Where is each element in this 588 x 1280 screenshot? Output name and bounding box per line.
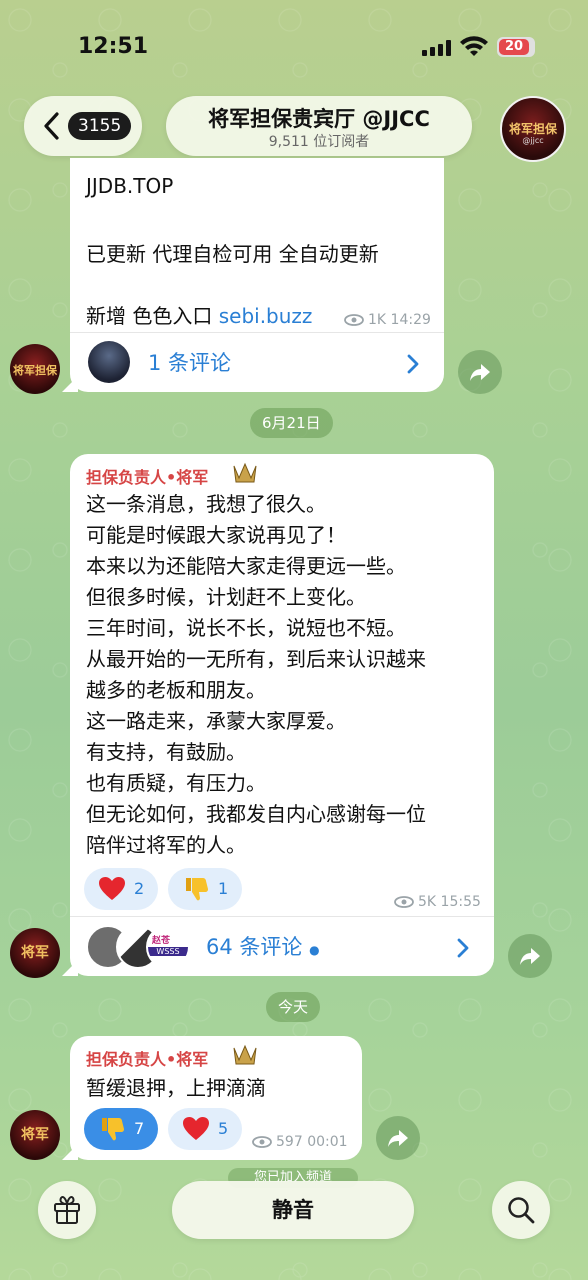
avatar-text: 将军 <box>21 945 49 961</box>
message-text-line: 本来以为还能陪大家走得更远一些。 <box>86 554 406 578</box>
comments-row[interactable]: 赵苍 WSSS 64 条评论 ● <box>70 916 494 977</box>
new-comments-dot: ● <box>309 943 320 957</box>
heart-icon <box>99 877 125 900</box>
wifi-icon <box>460 36 488 56</box>
sender-avatar[interactable]: 将军 <box>10 928 60 978</box>
message-link-text[interactable]: JJDB.TOP <box>86 174 173 198</box>
sender-name[interactable]: 担保负责人•将军 <box>86 1046 208 1070</box>
sender-avatar[interactable]: 将军 <box>10 1110 60 1160</box>
message-text-line: 越多的老板和朋友。 <box>86 678 266 702</box>
sender-avatar[interactable]: 将军担保 <box>10 344 60 394</box>
message-text-line: 已更新 代理自检可用 全自动更新 <box>86 242 379 266</box>
channel-avatar-subtext: @jjcc <box>522 136 544 145</box>
thumbs-down-icon <box>186 878 208 901</box>
reaction-thumbs-down-button[interactable]: 1 <box>168 868 242 910</box>
message-text-line: 有支持，有鼓励。 <box>86 740 246 764</box>
share-arrow-icon <box>520 948 540 965</box>
commenter-avatar-text: 赵苍 <box>152 936 171 946</box>
reaction-count: 5 <box>218 1119 229 1138</box>
avatar-text: 将军 <box>21 1127 49 1143</box>
message-text-line: 可能是时候跟大家说再见了！ <box>86 523 346 547</box>
thumbs-down-icon <box>102 1118 124 1141</box>
commenter-avatar: 赵苍 WSSS <box>146 925 190 969</box>
battery-icon: 20 <box>497 37 535 57</box>
views-eye-icon <box>252 1136 272 1148</box>
comments-count-text: 64 条评论 <box>206 935 303 959</box>
message-text-line: 新增 色色入口 sebi.buzz <box>86 300 312 329</box>
message-meta: 5K 15:55 <box>394 894 481 910</box>
commenter-avatar-subtext: WSSS <box>148 947 188 956</box>
channel-avatar[interactable]: 将军担保 @jjcc <box>500 96 566 162</box>
message-time: 15:55 <box>440 894 481 910</box>
subscriber-count: 9,511 位订阅者 <box>268 134 370 150</box>
unread-count-badge: 3155 <box>68 112 132 140</box>
message-meta: 597 00:01 <box>252 1134 348 1150</box>
message-text-line: 但无论如何，我都发自内心感谢每一位 <box>86 802 426 826</box>
message-text-line: 陪伴过将军的人。 <box>86 833 246 857</box>
message-link[interactable]: sebi.buzz <box>219 304 313 328</box>
comments-count: 64 条评论 ● <box>206 931 320 961</box>
sender-name[interactable]: 担保负责人•将军 <box>86 464 208 488</box>
date-separator: 6月21日 <box>250 408 333 438</box>
share-button[interactable] <box>376 1116 420 1160</box>
mute-button[interactable]: 静音 <box>172 1181 414 1239</box>
channel-title-button[interactable]: 将军担保贵宾厅 @JJCC 9,511 位订阅者 <box>166 96 472 156</box>
reaction-count: 7 <box>134 1119 145 1138</box>
gift-button[interactable] <box>38 1181 96 1239</box>
view-count: 1K <box>368 312 387 328</box>
share-button[interactable] <box>458 350 502 394</box>
message-text-line: 从最开始的一无所有，到后来认识越来 <box>86 647 426 671</box>
avatar-text: 将军担保 <box>13 364 57 377</box>
message-bubble-3[interactable]: 担保负责人•将军 暂缓退押，上押滴滴 7 5 597 00:01 <box>70 1036 362 1160</box>
reaction-count: 1 <box>218 879 229 898</box>
date-separator: 今天 <box>266 992 321 1022</box>
message-text-line: 这一条消息，我想了很久。 <box>86 492 326 516</box>
reaction-count: 2 <box>134 879 145 898</box>
views-eye-icon <box>394 896 414 908</box>
chevron-left-icon <box>44 112 59 140</box>
search-button[interactable] <box>492 1181 550 1239</box>
message-bubble-1[interactable]: JJDB.TOP 已更新 代理自检可用 全自动更新 新增 色色入口 sebi.b… <box>70 158 444 392</box>
message-text-line: 三年时间，说长不长，说短也不短。 <box>86 616 406 640</box>
status-bar: 12:51 20 <box>0 0 588 92</box>
message-text: 暂缓退押，上押滴滴 <box>86 1076 266 1100</box>
reaction-heart-button[interactable]: 2 <box>84 868 158 910</box>
message-text-line: 也有质疑，有压力。 <box>86 771 266 795</box>
reaction-heart-button[interactable]: 5 <box>168 1108 242 1150</box>
search-icon <box>508 1197 535 1224</box>
share-arrow-icon <box>470 364 490 381</box>
message-bubble-2[interactable]: 担保负责人•将军 这一条消息，我想了很久。 可能是时候跟大家说再见了！ 本来以为还能… <box>70 454 494 976</box>
status-time: 12:51 <box>78 34 149 59</box>
view-count: 597 <box>276 1134 303 1150</box>
gift-icon <box>54 1196 80 1224</box>
message-text-line: 这一路走来，承蒙大家厚爱。 <box>86 709 346 733</box>
views-eye-icon <box>344 314 364 326</box>
back-button[interactable]: 3155 <box>24 96 142 156</box>
sender-badge-icon <box>233 1044 257 1065</box>
message-time: 14:29 <box>390 312 431 328</box>
cellular-signal-icon <box>422 40 451 56</box>
reaction-thumbs-down-button[interactable]: 7 <box>84 1108 158 1150</box>
share-button[interactable] <box>508 934 552 978</box>
commenter-avatar <box>88 341 130 383</box>
chevron-right-icon <box>457 938 469 958</box>
channel-avatar-text: 将军担保 <box>508 122 557 136</box>
sender-badge-icon <box>233 462 257 483</box>
chevron-right-icon <box>407 354 419 374</box>
message-meta: 1K 14:29 <box>344 312 431 328</box>
heart-icon <box>183 1117 209 1140</box>
view-count: 5K <box>418 894 437 910</box>
share-arrow-icon <box>388 1130 408 1147</box>
message-time: 00:01 <box>307 1134 348 1150</box>
message-text-line: 但很多时候，计划赶不上变化。 <box>86 585 366 609</box>
channel-title: 将军担保贵宾厅 @JJCC <box>208 107 430 131</box>
comments-count: 1 条评论 <box>148 351 232 375</box>
battery-level: 20 <box>499 39 529 55</box>
message-text: 新增 色色入口 <box>86 304 213 328</box>
comments-row[interactable]: 1 条评论 <box>70 332 444 393</box>
